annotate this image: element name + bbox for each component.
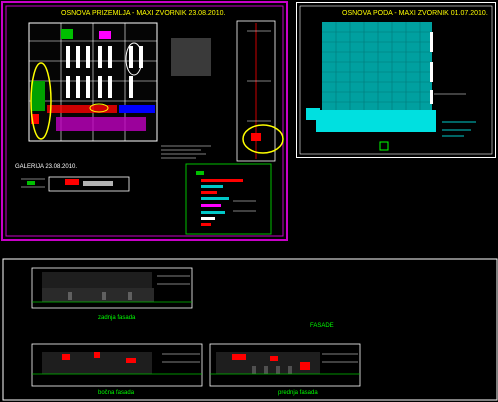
rear-facade-label: zadnja fasada	[98, 315, 136, 321]
facades-group-label: FASADE	[310, 323, 334, 329]
sheet-floor-plan[interactable]: OSNOVA PODA - MAXI ZVORNIK 01.07.2010.	[296, 2, 496, 158]
sheet-facades[interactable]: FASADE zadnja fasada bočna fasada prednj…	[2, 258, 498, 402]
facades-drawing	[2, 258, 498, 401]
sheet-ground-floor[interactable]: OSNOVA PRIZEMLJA - MAXI ZVORNIK 23.08.20…	[1, 1, 288, 241]
side-facade-label: bočna fasada	[98, 390, 135, 396]
ground-floor-drawing	[1, 1, 288, 241]
front-facade-label: prednja fasada	[278, 390, 318, 396]
gallery-title: GALERIJA 23.08.2010.	[15, 164, 78, 170]
ground-floor-title: OSNOVA PRIZEMLJA - MAXI ZVORNIK 23.08.20…	[61, 10, 226, 17]
floor-plan-title: OSNOVA PODA - MAXI ZVORNIK 01.07.2010.	[342, 10, 488, 17]
floor-plan-drawing	[296, 2, 496, 158]
